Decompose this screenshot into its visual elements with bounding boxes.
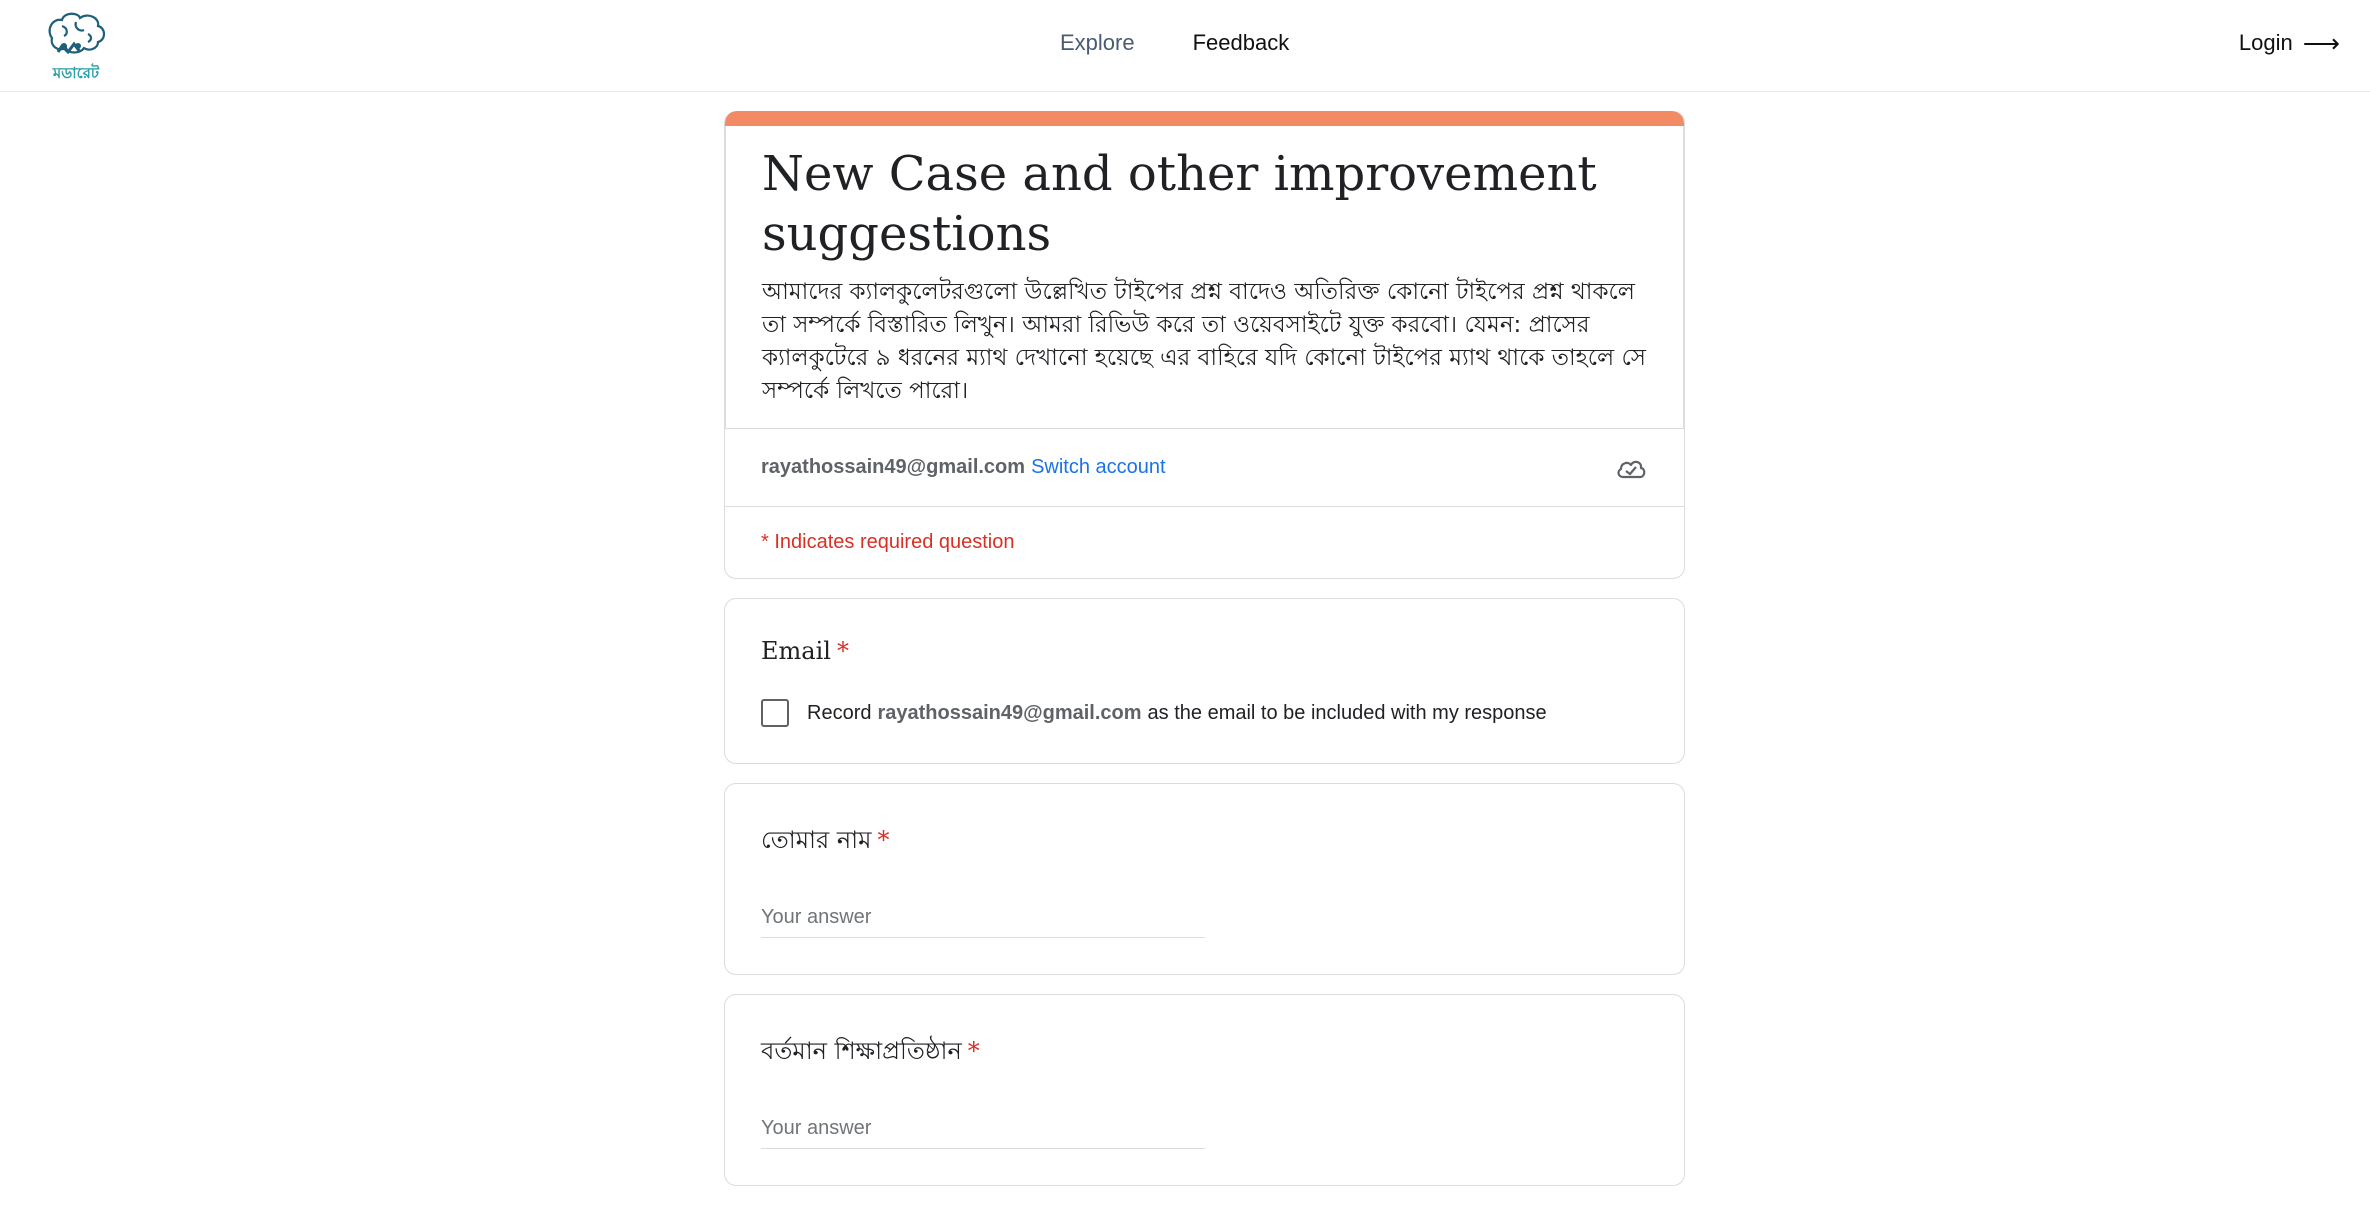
question-institution-title: বর্তমান শিক্ষাপ্রতিষ্ঠান * — [761, 1033, 1648, 1073]
question-email-card: Email * Record rayathossain49@gmail.com … — [724, 598, 1685, 764]
nav-explore-link[interactable]: Explore — [1060, 30, 1135, 56]
logo-text: মডারেট — [52, 63, 100, 82]
arrow-right-icon: ⟶ — [2302, 28, 2340, 58]
required-star: * — [836, 637, 849, 665]
cloud-check-icon[interactable] — [1614, 451, 1648, 485]
question-email-title: Email * — [761, 637, 1648, 665]
required-note: * Indicates required question — [725, 506, 1684, 578]
login-label: Login — [2238, 30, 2293, 55]
record-email-row: Record rayathossain49@gmail.com as the e… — [761, 699, 1648, 727]
record-email-checkbox[interactable] — [761, 699, 789, 727]
nav-feedback-link[interactable]: Feedback — [1193, 30, 1290, 56]
header-accent-bar — [725, 111, 1684, 126]
question-name-card: তোমার নাম * — [724, 783, 1685, 975]
form-description: আমাদের ক্যালকুলেটরগুলো উল্লেখিত টাইপের প… — [762, 279, 1646, 404]
record-suffix: as the email to be included with my resp… — [1147, 701, 1547, 724]
account-email: rayathossain49@gmail.com — [761, 456, 1026, 478]
name-input[interactable] — [761, 906, 1205, 938]
record-email-value: rayathossain49@gmail.com — [877, 701, 1142, 724]
form-header-body: New Case and other improvement suggestio… — [725, 126, 1684, 428]
question-email-label: Email — [761, 637, 831, 665]
account-row: rayathossain49@gmail.com Switch account — [725, 428, 1684, 506]
form-title: New Case and other improvement suggestio… — [762, 146, 1597, 262]
form-container: New Case and other improvement suggestio… — [724, 111, 1685, 1205]
required-star: * — [967, 1037, 980, 1065]
question-name-title: তোমার নাম * — [761, 822, 1648, 862]
form-header-card: New Case and other improvement suggestio… — [724, 111, 1685, 579]
brain-logo-icon[interactable]: মডারেট — [38, 8, 114, 84]
record-prefix: Record — [807, 701, 872, 724]
question-institution-label: বর্তমান শিক্ষাপ্রতিষ্ঠান — [761, 1037, 962, 1065]
main-nav: Explore Feedback — [1060, 30, 1289, 56]
switch-account-link[interactable]: Switch account — [1031, 456, 1166, 479]
required-star: * — [877, 826, 890, 854]
institution-input[interactable] — [761, 1117, 1205, 1149]
question-institution-card: বর্তমান শিক্ষাপ্রতিষ্ঠান * — [724, 994, 1685, 1186]
top-navigation-bar: মডারেট Explore Feedback Login ⟶ — [0, 0, 2370, 92]
question-name-label: তোমার নাম — [761, 826, 872, 854]
login-button[interactable]: Login ⟶ — [2239, 30, 2340, 56]
